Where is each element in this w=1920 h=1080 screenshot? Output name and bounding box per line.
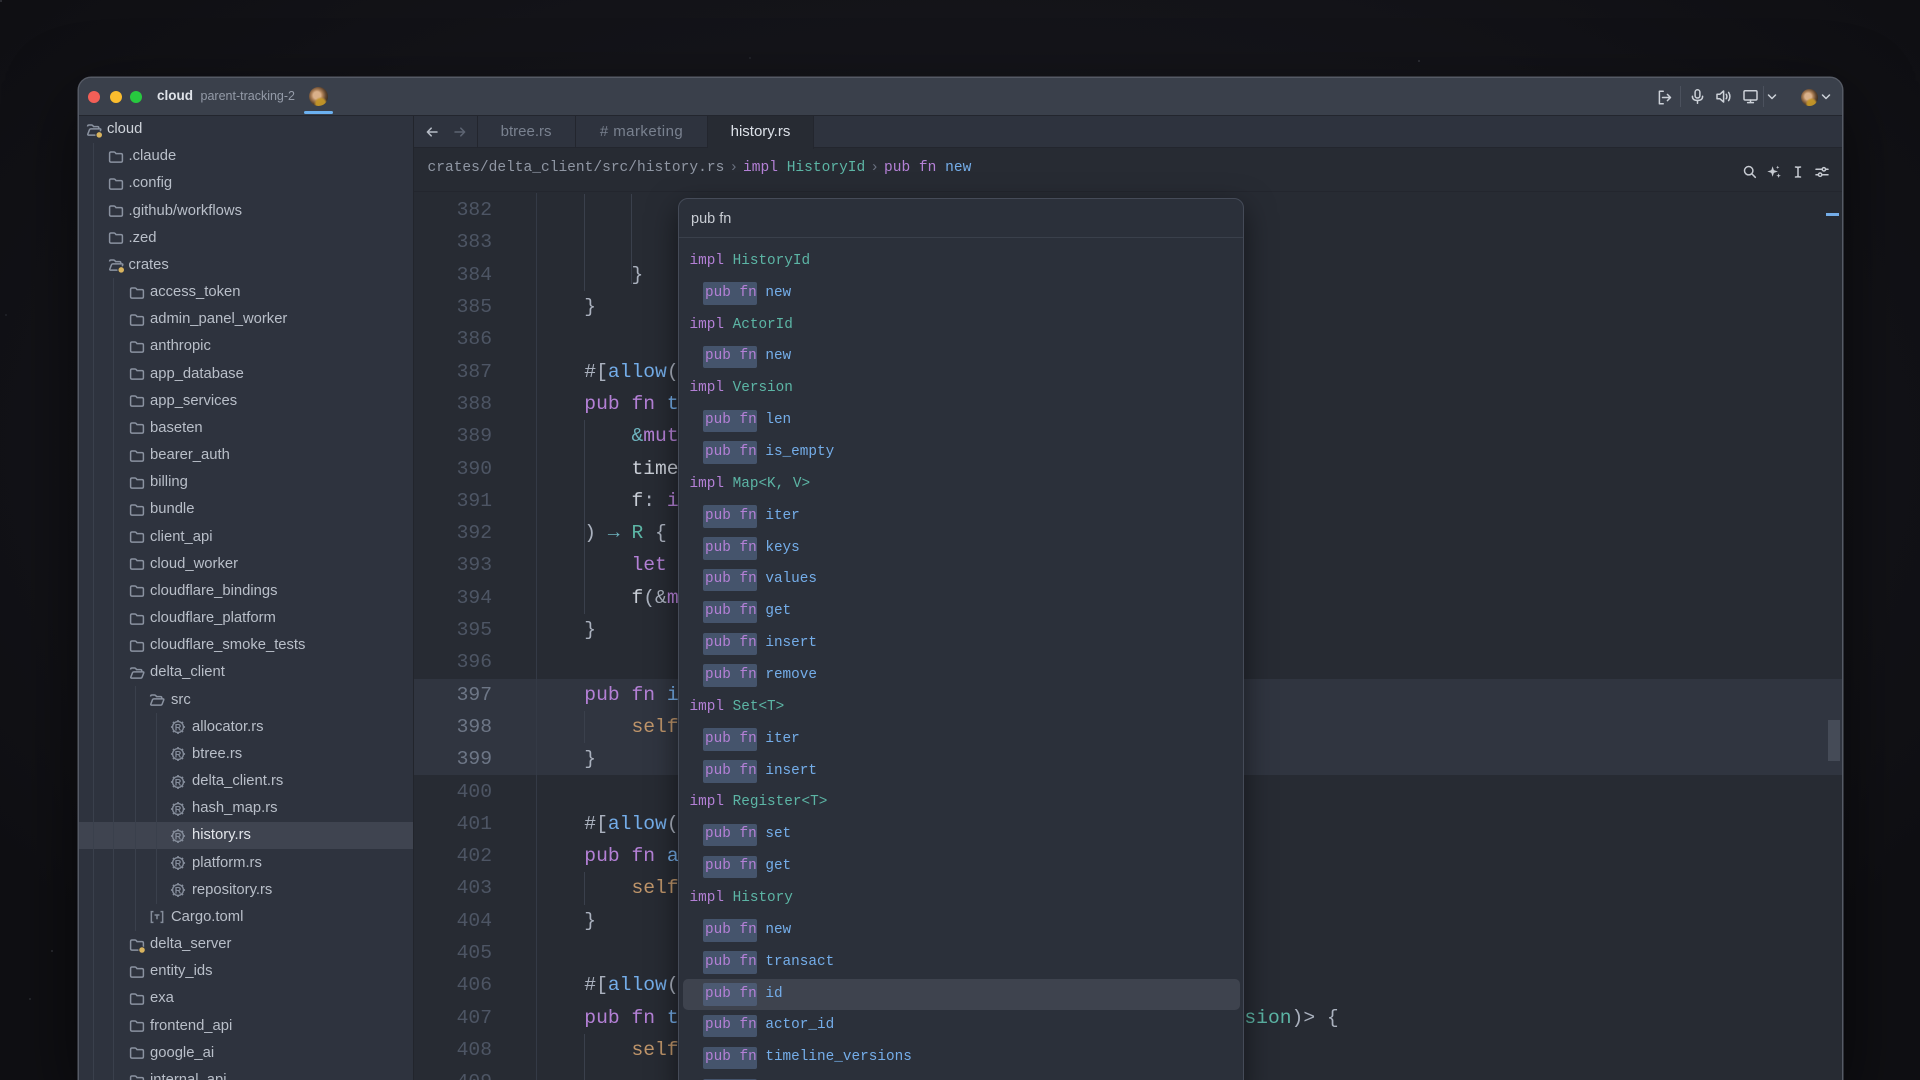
svg-text:R: R	[175, 886, 182, 896]
svg-text:R: R	[175, 858, 182, 868]
svg-text:R: R	[175, 777, 182, 787]
svg-text:R: R	[175, 750, 182, 760]
svg-text:R: R	[175, 804, 182, 814]
svg-text:R: R	[175, 722, 182, 732]
svg-text:R: R	[175, 831, 182, 841]
